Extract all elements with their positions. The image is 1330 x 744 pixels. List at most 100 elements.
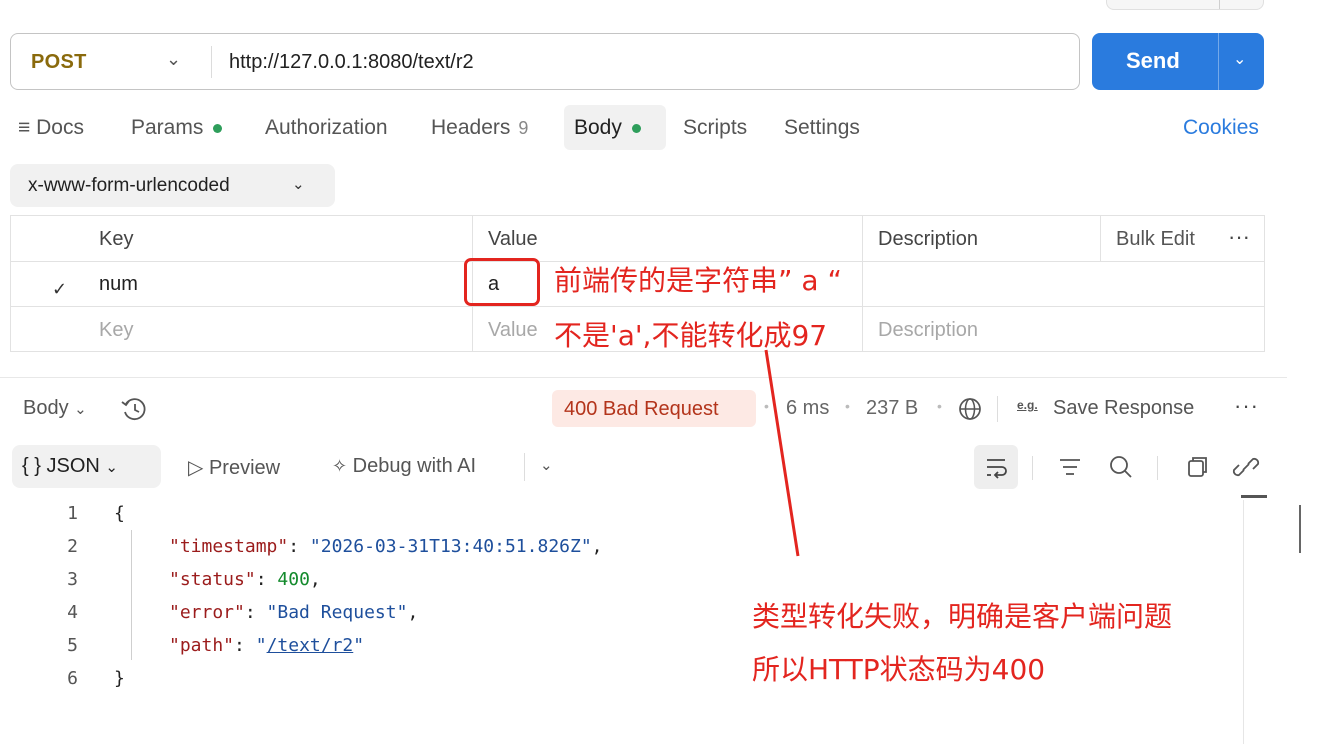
- bulk-edit-button[interactable]: Bulk Edit: [1116, 228, 1195, 251]
- annotation-text: 不是'a',不能转化成97: [554, 319, 828, 352]
- tab-headers[interactable]: Headers 9: [431, 116, 528, 140]
- json-value: "Bad Request": [266, 602, 408, 623]
- docs-icon: ≡: [18, 116, 31, 139]
- headers-count: 9: [518, 118, 529, 138]
- divider: [997, 396, 998, 422]
- search-icon[interactable]: [1101, 447, 1141, 487]
- status-dot: [213, 123, 223, 133]
- request-bar: POST ⌄ http://127.0.0.1:8080/text/r2: [10, 33, 1080, 90]
- dot-separator: •: [764, 398, 769, 414]
- tab-label: Scripts: [683, 116, 748, 139]
- chevron-down-icon: ⌄: [74, 401, 87, 418]
- divider: [1241, 495, 1267, 498]
- label: Body: [23, 397, 69, 419]
- label: JSON: [46, 455, 100, 477]
- response-size[interactable]: 237 B: [866, 397, 918, 420]
- column-header-key: Key: [99, 228, 134, 250]
- wrap-lines-icon[interactable]: [976, 447, 1016, 487]
- filter-icon[interactable]: [1050, 447, 1090, 487]
- tab-body[interactable]: Body: [574, 116, 641, 140]
- key-placeholder[interactable]: Key: [99, 319, 133, 342]
- brace: }: [114, 668, 125, 689]
- divider: [1032, 456, 1033, 480]
- divider: [1157, 456, 1158, 480]
- save-response-button[interactable]: Save Response: [1053, 397, 1194, 420]
- tab-label: Params: [131, 116, 204, 139]
- tab-label: Headers: [431, 116, 511, 139]
- more-icon[interactable]: ···: [1234, 393, 1259, 419]
- dot-separator: •: [845, 398, 850, 414]
- divider: [0, 377, 1287, 378]
- json-key: "error": [169, 602, 245, 623]
- tab-settings[interactable]: Settings: [784, 116, 860, 140]
- tab-docs[interactable]: ≡ Docs: [18, 116, 84, 140]
- method-select[interactable]: POST: [31, 51, 87, 74]
- example-icon[interactable]: e.g.: [1017, 398, 1038, 412]
- url-input[interactable]: http://127.0.0.1:8080/text/r2: [229, 51, 474, 74]
- divider: [11, 306, 1264, 307]
- tab-label: Settings: [784, 116, 860, 139]
- json-key: "timestamp": [169, 536, 289, 557]
- chevron-down-icon[interactable]: ⌄: [1233, 49, 1246, 69]
- chevron-down-icon: ⌄: [105, 459, 118, 476]
- divider: [1243, 500, 1244, 744]
- preview-button[interactable]: ▷ Preview: [188, 455, 280, 480]
- chevron-down-icon[interactable]: ⌄: [540, 456, 553, 474]
- divider: [524, 453, 525, 481]
- response-time[interactable]: 6 ms: [786, 397, 829, 420]
- scrollbar[interactable]: [1299, 505, 1301, 553]
- response-body-select[interactable]: Body ⌄: [23, 397, 87, 420]
- cookies-link[interactable]: Cookies: [1183, 116, 1259, 140]
- tab-label: Body: [574, 116, 622, 139]
- view-format-label: { } JSON ⌄: [22, 455, 118, 477]
- chevron-down-icon[interactable]: ⌄: [166, 49, 181, 70]
- status-dot: [631, 123, 641, 133]
- json-link[interactable]: /text/r2: [267, 635, 354, 656]
- link-icon[interactable]: [1226, 447, 1266, 487]
- annotation-text: 所以HTTP状态码为400: [752, 653, 1046, 686]
- label: Debug with AI: [352, 455, 477, 477]
- row-key[interactable]: num: [99, 273, 138, 296]
- more-icon[interactable]: ···: [1228, 224, 1250, 250]
- send-label: Send: [1126, 48, 1180, 73]
- indent-guide: [131, 530, 132, 660]
- value-placeholder[interactable]: Value: [488, 319, 538, 342]
- play-icon: ▷: [188, 457, 204, 479]
- json-value: "2026-03-31T13:40:51.826Z": [309, 536, 592, 557]
- line-number: 1: [67, 503, 78, 524]
- status-badge[interactable]: 400 Bad Request: [552, 390, 756, 427]
- column-header-description: Description: [878, 228, 979, 250]
- globe-icon[interactable]: [956, 395, 984, 423]
- brace: {: [114, 503, 125, 524]
- json-line: "status": 400,: [169, 569, 321, 590]
- tab-authorization[interactable]: Authorization: [265, 116, 388, 140]
- column-header-value: Value: [488, 228, 538, 250]
- json-line: {: [114, 503, 125, 524]
- status-text: 400 Bad Request: [564, 398, 719, 420]
- sparkle-icon: ✧: [332, 456, 348, 476]
- line-number: 3: [67, 569, 78, 590]
- annotation-text: 类型转化失败，明确是客户端问题: [752, 600, 1173, 633]
- line-number: 5: [67, 635, 78, 656]
- tab-label: Docs: [36, 116, 84, 139]
- divider: [1100, 216, 1101, 261]
- copy-icon[interactable]: [1176, 447, 1216, 487]
- debug-with-ai-button[interactable]: ✧ Debug with AI: [332, 455, 476, 478]
- row-checkbox[interactable]: ✓: [52, 279, 67, 300]
- tab-params[interactable]: Params: [131, 116, 223, 140]
- history-icon[interactable]: [118, 393, 152, 427]
- json-value: 400: [277, 569, 310, 590]
- body-type-label: x-www-form-urlencoded: [28, 175, 230, 196]
- annotation-box: [464, 258, 540, 306]
- send-button[interactable]: Send ⌄: [1092, 33, 1264, 90]
- description-placeholder[interactable]: Description: [878, 319, 978, 342]
- json-line: }: [114, 668, 125, 689]
- line-number: 2: [67, 536, 78, 557]
- line-number: 6: [67, 668, 78, 689]
- label: Preview: [208, 457, 281, 479]
- divider: [1218, 33, 1219, 90]
- view-format-select[interactable]: { } JSON ⌄: [12, 445, 161, 488]
- json-line: "timestamp": "2026-03-31T13:40:51.826Z",: [169, 536, 603, 557]
- body-type-select[interactable]: x-www-form-urlencoded ⌄: [10, 164, 335, 207]
- tab-scripts[interactable]: Scripts: [683, 116, 747, 140]
